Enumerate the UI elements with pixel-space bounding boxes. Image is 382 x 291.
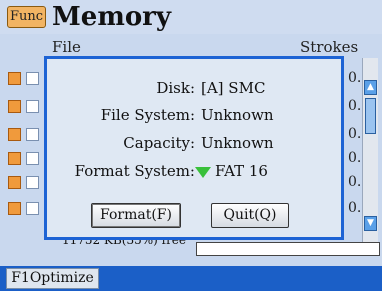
f1-optimize-button[interactable]: F1Optimize — [6, 268, 99, 289]
free-space-text: 11752 KB(35%) free — [62, 239, 187, 247]
disk-label: Disk: — [156, 79, 195, 97]
quit-button[interactable]: Quit(Q) — [211, 203, 289, 228]
capacity-gauge — [196, 242, 380, 256]
file-icon — [8, 128, 21, 141]
disk-value: [A] SMC — [201, 79, 266, 97]
checkbox[interactable] — [26, 152, 39, 165]
format-system-select[interactable]: FAT 16 — [195, 162, 268, 180]
checkbox[interactable] — [26, 100, 39, 113]
format-dialog: Disk: [A] SMC File System: Unknown Capac… — [44, 56, 344, 240]
strokes-value: 0. — [348, 150, 362, 166]
strokes-value: 0. — [348, 98, 362, 114]
strokes-value: 0. — [348, 200, 362, 216]
scrollbar[interactable]: ▲ ▼ — [362, 58, 378, 242]
checkbox[interactable] — [26, 72, 39, 85]
format-system-label: Format System: — [74, 162, 195, 180]
format-system-value: FAT 16 — [215, 162, 268, 180]
file-icon — [8, 202, 21, 215]
capacity-label: Capacity: — [123, 134, 195, 152]
checkbox[interactable] — [26, 176, 39, 189]
page-title: Memory — [52, 2, 171, 32]
filesystem-value: Unknown — [201, 106, 274, 124]
filesystem-label: File System: — [100, 106, 195, 124]
scroll-thumb[interactable] — [365, 98, 376, 134]
strokes-value: 0. — [348, 126, 362, 142]
checkbox[interactable] — [26, 128, 39, 141]
file-icon — [8, 100, 21, 113]
checkbox[interactable] — [26, 202, 39, 215]
dropdown-triangle-icon[interactable] — [195, 166, 211, 178]
column-header: File Strokes — [0, 34, 382, 58]
file-icon — [8, 176, 21, 189]
column-strokes[interactable]: Strokes — [300, 38, 358, 56]
file-icon — [8, 72, 21, 85]
title-bar: Func Memory — [0, 0, 382, 34]
func-button[interactable]: Func — [7, 6, 46, 28]
format-button[interactable]: Format(F) — [91, 203, 181, 228]
bottom-bar: F1Optimize — [0, 266, 382, 291]
strokes-value: 0. — [348, 70, 362, 86]
strokes-value: 0. — [348, 174, 362, 190]
file-icon — [8, 152, 21, 165]
capacity-value: Unknown — [201, 134, 274, 152]
column-file[interactable]: File — [52, 38, 81, 56]
scroll-down-icon[interactable]: ▼ — [364, 216, 377, 231]
scroll-up-icon[interactable]: ▲ — [364, 80, 377, 95]
